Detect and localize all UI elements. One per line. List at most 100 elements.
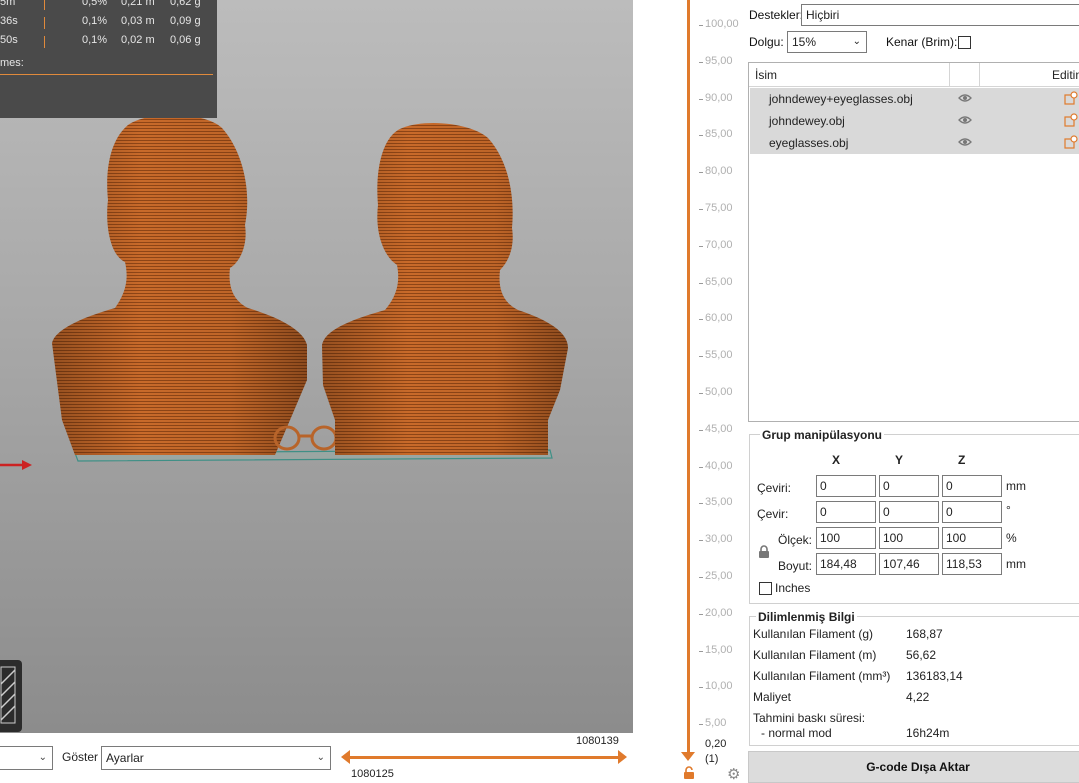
edit-settings-icon[interactable] (1064, 135, 1078, 149)
edit-settings-icon[interactable] (1064, 91, 1078, 105)
layer-tick-label: 5,00 (705, 717, 727, 730)
scale-unit: % (1006, 531, 1017, 545)
layer-tick (699, 650, 703, 652)
size-y-input[interactable]: 107,46 (879, 553, 939, 575)
column-editing-header[interactable]: Editing (1052, 68, 1079, 82)
right-sidebar: Destekler: Hiçbiri Dolgu: 15% ⌄ Kenar (B… (747, 0, 1079, 783)
brim-label: Kenar (Brim): (886, 35, 958, 49)
translate-y-input[interactable]: 0 (879, 475, 939, 497)
brim-checkbox[interactable] (958, 36, 971, 49)
rotate-y-input[interactable]: 0 (879, 501, 939, 523)
layer-tick-label: 30,00 (705, 533, 733, 546)
translate-label: Çeviri: (757, 481, 792, 495)
move-slider-track[interactable] (348, 756, 622, 759)
bust-model-right (322, 123, 568, 455)
layer-tick-label: 25,00 (705, 570, 733, 582)
layer-tick-label: 75,00 (705, 202, 733, 214)
translate-x-input[interactable]: 0 (816, 475, 876, 497)
layer-tick (699, 577, 703, 578)
layer-tick-label: 35,00 (705, 496, 733, 509)
layer-tick-label: 95,00 (705, 54, 733, 67)
supports-label: Destekler: (749, 8, 804, 22)
scale-y-input[interactable]: 100 (879, 527, 939, 549)
gear-icon[interactable]: ⚙ (727, 765, 740, 783)
supports-value: Hiçbiri (806, 8, 840, 22)
layer-tick (699, 393, 703, 394)
layer-tick-label: 85,00 (705, 128, 733, 141)
scale-z-input[interactable]: 100 (942, 527, 1002, 549)
inches-checkbox[interactable] (759, 582, 772, 595)
normal-mode-label: - normal mod (761, 726, 832, 740)
eye-icon[interactable] (958, 93, 972, 103)
lock-icon[interactable] (683, 766, 695, 780)
layer-stats-panel: 5m 0,5% 0,21 m 0,62 g 36s 0,1% 0,03 m 0,… (0, 0, 217, 118)
filament-weight-label: Kullanılan Filament (g) (753, 627, 874, 641)
stat-row: 50s 0,1% 0,02 m 0,06 g (0, 34, 217, 52)
object-list[interactable]: İsim Editing johndewey+eyeglasses.obj jo… (748, 62, 1079, 422)
layer-tick (699, 61, 703, 63)
move-slider-upper-value: 1080139 (576, 735, 619, 747)
show-select[interactable]: Ayarlar ⌄ (101, 746, 331, 770)
cost-label: Maliyet (753, 690, 792, 704)
stat-separator (44, 0, 45, 10)
layer-tick (699, 540, 703, 542)
infill-label: Dolgu: (749, 35, 784, 49)
layer-tick-label: 40,00 (705, 459, 733, 472)
group-manipulation-panel: Grup manipülasyonu X Y Z Çeviri: 0 0 0 m… (749, 428, 1079, 604)
rotate-x-input[interactable]: 0 (816, 501, 876, 523)
stat-time: 36s (0, 15, 18, 27)
object-row[interactable]: johndewey+eyeglasses.obj (750, 88, 1079, 110)
chevron-down-icon: ⌄ (316, 752, 325, 763)
size-x-input[interactable]: 184,48 (816, 553, 876, 575)
column-y-label: Y (895, 453, 904, 467)
object-row[interactable]: eyeglasses.obj (750, 132, 1079, 154)
stat-time: 5m (0, 0, 16, 8)
layer-height-slider[interactable]: 100,00 95,00 90,00 85,00 80,00 75,00 70,00 65,0… (633, 0, 747, 783)
layer-tick (699, 724, 703, 726)
export-gcode-button[interactable]: G-code Dışa Aktar (748, 751, 1079, 783)
infill-select[interactable]: 15% ⌄ (787, 31, 867, 53)
stat-weight: 0,09 g (170, 15, 201, 27)
stat-percent: 0,1% (82, 34, 108, 46)
translate-unit: mm (1006, 479, 1026, 493)
layer-tick (699, 135, 703, 137)
print-time-label: Tahmini baskı süresi: (753, 711, 866, 725)
3d-viewport[interactable]: 5m 0,5% 0,21 m 0,62 g 36s 0,1% 0,03 m 0,… (0, 0, 633, 733)
supports-select[interactable]: Hiçbiri (801, 4, 1079, 26)
layer-tick-label: 100,00 (705, 18, 739, 30)
layer-tick (699, 356, 703, 358)
size-z-input[interactable]: 118,53 (942, 553, 1002, 575)
lock-icon[interactable] (758, 545, 770, 559)
rotate-unit: ° (1006, 503, 1011, 517)
rotate-label: Çevir: (757, 507, 789, 521)
scale-x-input[interactable]: 100 (816, 527, 876, 549)
stat-percent: 0,1% (82, 15, 108, 27)
layer-tick-label: 80,00 (705, 165, 733, 178)
layer-slider-handle[interactable] (681, 752, 695, 761)
layer-tick-label: 10,00 (705, 680, 733, 693)
object-row[interactable]: johndewey.obj (750, 110, 1079, 132)
move-slider-lower-handle[interactable] (341, 750, 350, 764)
layer-tick (699, 319, 703, 321)
object-name: johndewey+eyeglasses.obj (769, 92, 913, 106)
move-slider-upper-handle[interactable] (618, 750, 627, 764)
view-type-select[interactable]: ⌄ (0, 746, 53, 770)
edit-settings-icon[interactable] (1064, 113, 1078, 127)
size-unit: mm (1006, 557, 1026, 571)
filament-length-label: Kullanılan Filament (m) (753, 648, 877, 662)
layer-tick (699, 98, 703, 100)
stat-weight: 0,62 g (170, 0, 201, 8)
eye-icon[interactable] (958, 115, 972, 125)
column-name-header[interactable]: İsim (755, 68, 777, 82)
layer-slider-track[interactable] (687, 0, 690, 752)
layer-tick (699, 466, 703, 468)
translate-z-input[interactable]: 0 (942, 475, 1002, 497)
eye-icon[interactable] (958, 137, 972, 147)
view-mode-button[interactable] (0, 660, 22, 732)
layer-tick-label: 60,00 (705, 312, 733, 325)
stat-row: 36s 0,1% 0,03 m 0,09 g (0, 15, 217, 33)
stat-separator (44, 17, 45, 29)
normal-mode-time: 16h24m (906, 726, 950, 740)
stats-divider (0, 74, 213, 75)
rotate-z-input[interactable]: 0 (942, 501, 1002, 523)
